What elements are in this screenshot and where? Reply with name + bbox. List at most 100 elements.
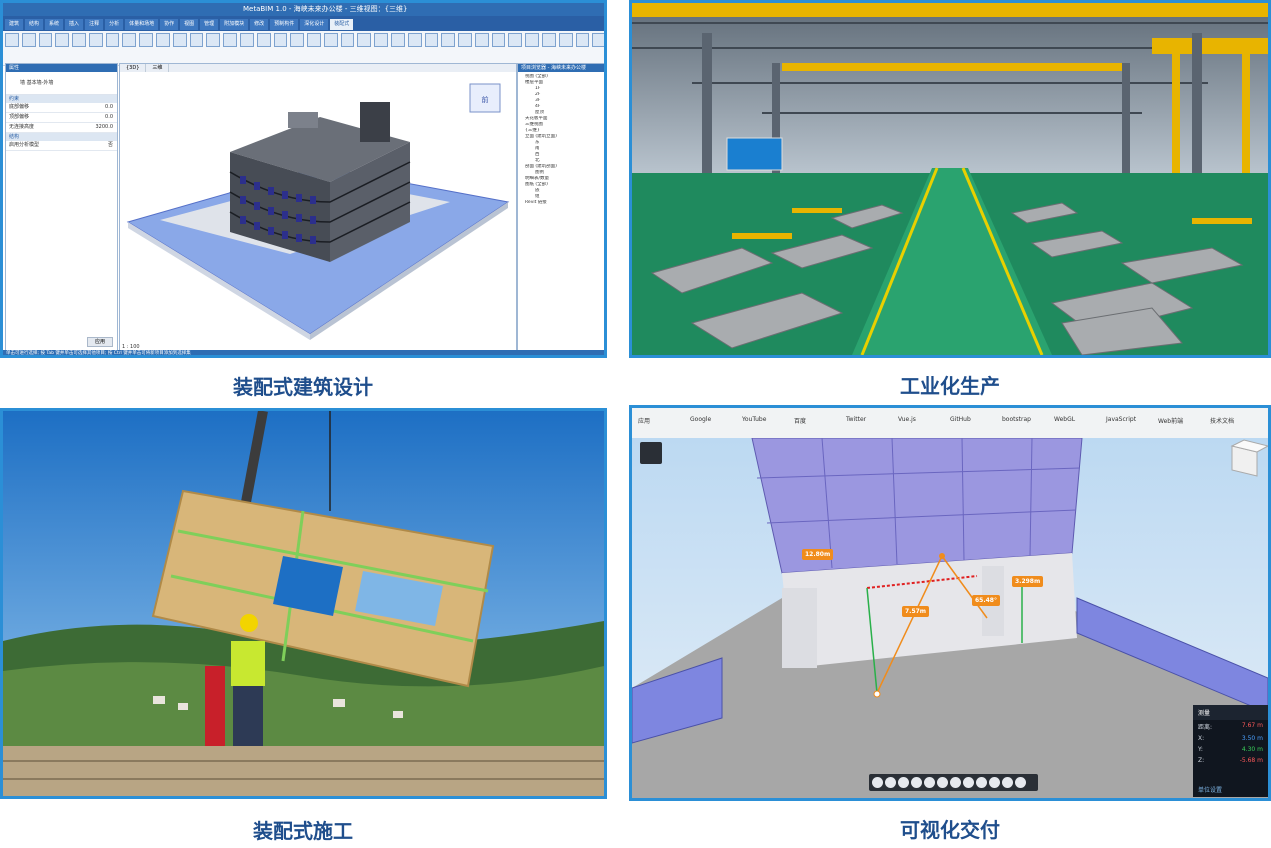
ribbon-tab[interactable]: 协作 [160,19,179,30]
3d-view[interactable]: {3D} 三维 前 1: 100 [119,63,517,352]
caption-design: 装配式建筑设计 [233,375,373,399]
ribbon-tab[interactable]: 装配式 [330,19,354,30]
bookmark-link[interactable]: 技术文档 [1210,416,1234,425]
tool-icon[interactable] [256,33,271,47]
view-tab[interactable]: 三维 [146,64,170,72]
tool-icon[interactable] [55,33,70,47]
ribbon-tab[interactable]: 附加模块 [220,19,249,30]
tool-icon[interactable] [357,33,372,47]
toolbar-icon[interactable] [1002,777,1013,788]
toolbar-icon[interactable] [924,777,935,788]
ribbon-tab[interactable]: 系统 [45,19,64,30]
tool-icon[interactable] [223,33,237,47]
tool-icon[interactable] [508,33,523,47]
bookmark-link[interactable]: WebGL [1054,416,1075,423]
tool-icon[interactable] [139,33,154,47]
property-row[interactable]: 底部偏移 0.0 [6,103,117,113]
bookmark-link[interactable]: GitHub [950,416,971,423]
measure-row: Y: 4.30 m [1193,744,1268,755]
property-row[interactable]: 结构 [6,133,117,141]
bookmark-link[interactable]: Twitter [846,416,866,423]
toolbar-icon[interactable] [937,777,948,788]
property-row[interactable]: 启用分析模型 否 [6,141,117,151]
ribbon-tab[interactable]: 插入 [65,19,84,30]
bookmark-link[interactable]: YouTube [742,416,766,423]
construction-photo [0,408,607,799]
measure-row-label: Y: [1198,746,1203,753]
ribbon-tab[interactable]: 注释 [85,19,104,30]
tool-icon[interactable] [525,33,539,47]
bookmark-link[interactable]: Vue.js [898,416,916,423]
tool-icon[interactable] [21,33,36,47]
ribbon-tab[interactable]: 体量和场地 [125,19,159,30]
tool-icon[interactable] [105,33,120,47]
tool-icon[interactable] [172,33,187,47]
ribbon-tab[interactable]: 修改 [250,19,269,30]
tool-icon[interactable] [273,33,288,47]
bookmark-link[interactable]: bootstrap [1002,416,1031,423]
property-value[interactable]: 0.0 [105,113,113,122]
property-value[interactable]: 否 [108,141,113,150]
tool-icon[interactable] [239,33,254,47]
tool-icon[interactable] [458,33,472,47]
property-value[interactable]: 3200.0 [96,123,114,132]
property-value[interactable]: 0.0 [105,103,113,112]
tool-icon[interactable] [122,33,137,47]
tool-icon[interactable] [189,33,204,47]
property-row[interactable]: 顶部偏移 0.0 [6,113,117,123]
bookmark-link[interactable]: 应用 [638,416,650,425]
ribbon-tab[interactable]: 结构 [25,19,44,30]
tool-icon[interactable] [474,33,489,47]
tool-icon[interactable] [72,33,86,47]
tool-icon[interactable] [424,33,439,47]
tool-icon[interactable] [5,33,19,47]
bookmark-link[interactable]: Google [690,416,711,423]
tool-icon[interactable] [206,33,221,47]
tool-icon[interactable] [88,33,103,47]
property-row[interactable]: 约束 [6,95,117,103]
apply-button[interactable]: 应用 [87,337,113,347]
tool-icon[interactable] [542,33,556,47]
toolbar-icon[interactable] [950,777,961,788]
property-label: 约束 [9,96,20,102]
tool-icon[interactable] [38,33,53,47]
viewer-canvas[interactable] [632,438,1268,798]
type-selector[interactable]: 墙 基本墙-外墙 [6,72,117,95]
toolbar-icon[interactable] [989,777,1000,788]
tool-icon[interactable] [592,33,604,47]
bookmark-link[interactable]: JavaScript [1106,416,1136,423]
bookmark-link[interactable]: 百度 [794,416,806,425]
tool-icon[interactable] [156,33,170,47]
tool-icon[interactable] [290,33,305,47]
toolbar-icon[interactable] [963,777,974,788]
tool-icon[interactable] [340,33,355,47]
toolbar-icon[interactable] [1015,777,1026,788]
ribbon-tab[interactable]: 深化设计 [300,19,329,30]
browser-item[interactable]: Revit 链接 [521,200,602,206]
toolbar-icon[interactable] [976,777,987,788]
ribbon-tabs: 建筑 结构 系统 插入 注释 分析 体量和场地 协作 视图 管理 附加模块 修改 预制构件 深化设计 装配式 [3,16,604,31]
ribbon-tab[interactable]: 视图 [180,19,199,30]
tool-icon[interactable] [558,33,573,47]
ribbon-tab[interactable]: 分析 [105,19,124,30]
toolbar-icon[interactable] [911,777,922,788]
ribbon-tab[interactable]: 管理 [200,19,219,30]
unit-settings-link[interactable]: 单位设置 [1198,785,1222,794]
tool-icon[interactable] [374,33,388,47]
toolbar-icon[interactable] [898,777,909,788]
ribbon-tab[interactable]: 预制构件 [270,19,299,30]
tool-icon[interactable] [575,33,590,47]
tool-icon[interactable] [390,33,405,47]
view-tab[interactable]: {3D} [120,64,147,72]
toolbar-icon[interactable] [885,777,896,788]
tool-icon[interactable] [307,33,321,47]
tool-icon[interactable] [407,33,422,47]
property-row[interactable]: 无连接高度 3200.0 [6,123,117,133]
tool-icon[interactable] [491,33,506,47]
toolbar-icon[interactable] [872,777,883,788]
viewer-toolbar [869,774,1038,791]
bookmark-link[interactable]: Web前端 [1158,416,1183,425]
tool-icon[interactable] [441,33,456,47]
tool-icon[interactable] [323,33,338,47]
ribbon-tab[interactable]: 建筑 [5,19,24,30]
